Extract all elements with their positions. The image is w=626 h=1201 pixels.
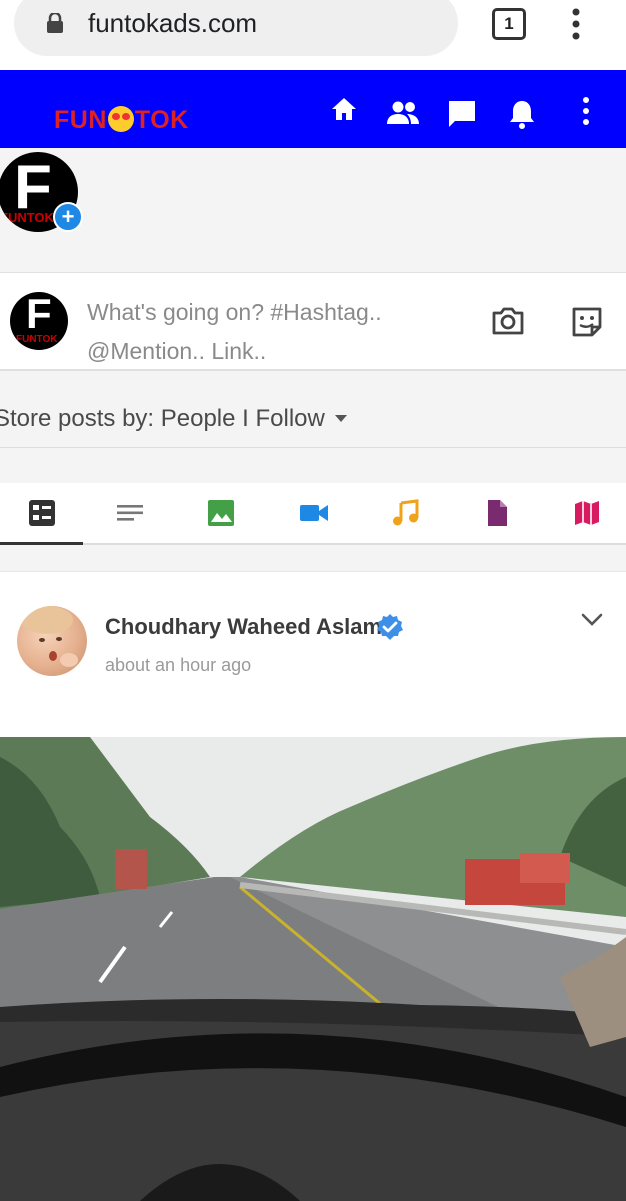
notifications-icon[interactable] [508,98,536,130]
image-icon [207,500,234,526]
heart-eyes-emoji-icon [107,106,134,132]
chevron-down-icon[interactable] [580,612,604,628]
lock-icon [47,13,63,33]
post-card: Choudhary Waheed Aslam about an hour ago [0,571,626,1201]
post-author-name[interactable]: Choudhary Waheed Aslam [105,614,382,640]
messages-icon[interactable] [446,98,478,130]
composer-avatar: F FUNTOK [10,292,68,350]
filter-label: Store posts by: People I Follow [0,405,325,432]
all-posts-icon [28,500,55,526]
post-image[interactable] [0,737,626,1201]
post-timestamp[interactable]: about an hour ago [105,655,251,676]
verified-badge-icon [377,614,403,640]
stories-row: F FUNTOK + [0,148,626,273]
tab-all-posts[interactable] [0,483,83,545]
video-camera-icon [299,505,328,521]
post-type-tabs [0,483,626,545]
tab-switcher-button[interactable]: 1 [492,8,526,40]
home-icon[interactable] [330,96,358,122]
file-icon [487,500,507,526]
map-icon [574,501,599,525]
road-windshield-photo [0,737,626,1201]
author-avatar[interactable] [17,606,87,676]
add-story-button[interactable]: + [53,202,83,232]
caret-down-icon [334,415,347,422]
tab-files[interactable] [455,483,538,543]
tab-text[interactable] [88,483,171,543]
post-composer: F FUNTOK What's going on? #Hashtag.. @Me… [0,273,626,371]
post-filter[interactable]: Store posts by: People I Follow [0,371,626,448]
sticker-icon[interactable] [570,305,604,339]
music-note-icon [392,499,418,526]
tab-videos[interactable] [271,483,354,543]
tab-images[interactable] [179,483,262,543]
friends-icon[interactable] [386,100,420,126]
funtok-logo[interactable]: FUN TOK [54,106,189,135]
text-lines-icon [116,505,143,521]
composer-input[interactable]: What's going on? #Hashtag.. @Mention.. L… [87,293,483,373]
url-text[interactable]: funtokads.com [88,8,257,39]
more-vert-icon[interactable] [580,96,592,126]
baby-photo [21,606,78,667]
tab-maps[interactable] [545,483,626,543]
browser-menu-icon[interactable] [564,8,588,40]
tab-music[interactable] [363,483,446,543]
browser-bar: funtokads.com 1 [0,0,626,70]
camera-icon[interactable] [490,306,526,336]
